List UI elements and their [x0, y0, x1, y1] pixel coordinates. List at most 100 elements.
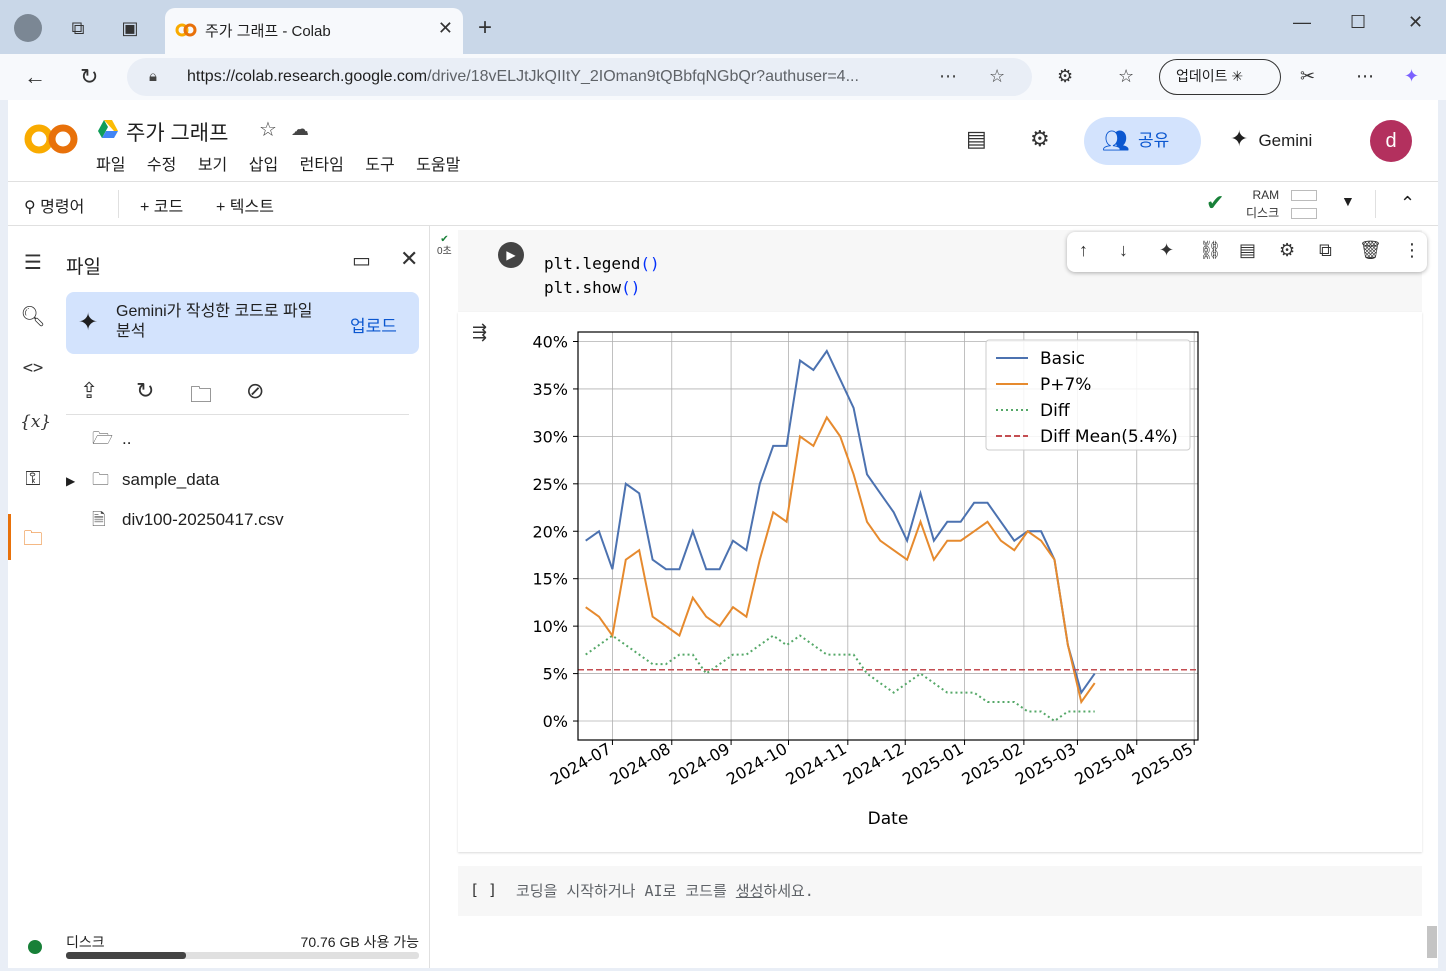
favorite-star-icon[interactable]: ☆ [989, 66, 1005, 87]
series-line-diff [585, 634, 1095, 723]
add-text-button[interactable]: + 텍스트 [216, 193, 274, 217]
legend-label: Diff Mean(5.4%) [1040, 427, 1178, 447]
url-omnibox[interactable]: 🔒︎ https://colab.research.google.com/dri… [127, 58, 1032, 96]
browser-menu-icon[interactable]: ⋯ [1356, 66, 1374, 87]
reload-icon[interactable]: ↻ [80, 64, 98, 90]
window-close-icon[interactable]: ✕ [1408, 12, 1423, 33]
resource-labels[interactable]: RAM 디스크 [1246, 186, 1279, 222]
maximize-icon[interactable]: ☐ [1350, 12, 1366, 33]
empty-code-cell[interactable]: [ ] 코딩을 시작하거나 AI로 코드를 생성하세요. [458, 866, 1422, 916]
minimize-icon[interactable]: — [1293, 12, 1311, 33]
command-palette-button[interactable]: ⚲ 명령어 [24, 193, 84, 217]
x-tick-label: 2025-02 [958, 739, 1025, 789]
move-down-icon[interactable]: ↓ [1119, 240, 1128, 261]
file-entry-parent[interactable]: 🗁.. [92, 426, 131, 455]
delete-icon[interactable]: 🗑︎ [1359, 240, 1382, 261]
output-actions-icon[interactable]: ⇶ [472, 322, 487, 343]
move-up-icon[interactable]: ↑ [1079, 240, 1088, 261]
upload-file-icon[interactable]: ⇪ [80, 378, 98, 404]
y-tick-label: 20% [532, 522, 568, 541]
variables-icon[interactable]: {x} [20, 412, 51, 438]
colab-logo-icon[interactable] [24, 122, 78, 156]
extensions-icon[interactable]: ⚙ [1057, 66, 1073, 87]
code-line: plt.show() [544, 278, 641, 297]
secrets-key-icon[interactable]: ⚿ [20, 468, 46, 494]
back-icon[interactable]: ← [24, 64, 46, 90]
close-panel-icon[interactable]: ✕ [400, 246, 418, 272]
notebook-title[interactable]: 주가 그래프 [126, 117, 228, 147]
page-actions-icon[interactable]: ⋯ [939, 66, 957, 87]
copilot-icon[interactable]: ✦ [1404, 66, 1419, 87]
x-tick-label: 2024-08 [606, 739, 673, 789]
menu-help[interactable]: 도움말 [416, 157, 460, 174]
menu-insert[interactable]: 삽입 [249, 157, 278, 174]
menu-file[interactable]: 파일 [96, 157, 125, 174]
files-folder-icon[interactable]: 🗀 [20, 524, 46, 550]
tab-colab[interactable]: 주가 그래프 - Colab ✕ [165, 8, 463, 54]
comments-icon[interactable]: ▤ [966, 126, 987, 152]
file-entry-folder[interactable]: ▶ 🗀 sample_data [66, 467, 219, 496]
google-drive-icon[interactable] [97, 119, 119, 139]
link-icon[interactable]: ⛓ [1199, 240, 1222, 261]
y-tick-label: 15% [532, 570, 568, 589]
generate-link[interactable]: 생성 [736, 882, 764, 900]
colab-favicon-icon [175, 23, 197, 37]
gemini-button[interactable]: ✦ Gemini [1230, 126, 1312, 152]
expand-caret-icon[interactable]: ▶ [66, 474, 92, 488]
menu-runtime[interactable]: 런타임 [300, 157, 344, 174]
menu-edit[interactable]: 수정 [147, 157, 176, 174]
y-tick-label: 35% [532, 380, 568, 399]
x-tick-label: 2024-07 [547, 739, 614, 789]
resources-dropdown-icon[interactable]: ▼ [1341, 193, 1355, 209]
code-editor[interactable]: plt.legend() plt.show() [544, 252, 660, 300]
connected-check-icon[interactable]: ✔ [1206, 190, 1224, 216]
add-code-button[interactable]: + 코드 [140, 193, 183, 217]
people-icon: 👥︎ [1102, 128, 1130, 153]
code-cell[interactable]: ▶ plt.legend() plt.show() ↑ ↓ ✦ ⛓ ▤ ⚙ ⧉ … [458, 230, 1427, 312]
favorites-icon[interactable]: ☆ [1118, 66, 1134, 87]
new-tab-icon[interactable]: + [478, 14, 492, 42]
cell-settings-icon[interactable]: ⚙ [1279, 240, 1295, 261]
colab-page: 주가 그래프 ☆ ☁ 파일 수정 보기 삽입 런타임 도구 도움말 ▤ ⚙ 👥︎… [8, 100, 1438, 968]
mount-drive-icon[interactable]: 🗀 [190, 378, 212, 416]
more-vert-icon[interactable]: ⋮ [1403, 240, 1421, 261]
mirror-cell-icon[interactable]: ⧉ [1319, 240, 1332, 261]
collapse-header-icon[interactable]: ⌃ [1400, 193, 1415, 214]
refresh-icon[interactable]: ↻ [136, 378, 154, 404]
settings-gear-icon[interactable]: ⚙ [1030, 126, 1050, 152]
star-icon[interactable]: ☆ [259, 117, 277, 142]
screenshot-icon[interactable]: ✂ [1300, 66, 1315, 87]
table-of-contents-icon[interactable]: ☰ [20, 250, 46, 276]
tab-title: 주가 그래프 - Colab [205, 23, 331, 40]
run-cell-button[interactable]: ▶ [498, 242, 524, 268]
code-snippets-icon[interactable]: <> [20, 358, 46, 384]
collections-icon[interactable]: ⧉ [66, 16, 90, 40]
x-tick-label: 2024-11 [782, 739, 849, 789]
notebook-toolbar: ⚲ 명령어 + 코드 + 텍스트 ✔ RAM 디스크 ▼ ⌃ [8, 182, 1438, 226]
scrollbar-thumb[interactable] [1427, 926, 1437, 958]
menu-view[interactable]: 보기 [198, 157, 227, 174]
browser-update-button[interactable]: 업데이트 ✳ [1159, 59, 1281, 95]
browser-profile-icon[interactable] [14, 14, 42, 42]
folder-open-icon: 🗁 [92, 429, 114, 448]
tab-actions-icon[interactable]: ▣ [118, 16, 142, 40]
cloud-saved-icon[interactable]: ☁ [291, 119, 309, 140]
disk-footer: 디스크 70.76 GB 사용 가능 [28, 932, 419, 959]
y-tick-label: 40% [532, 332, 568, 351]
gemini-spark-icon[interactable]: ✦ [1159, 240, 1174, 261]
cell-exec-status: ✔ 0초 [437, 234, 452, 257]
tab-close-icon[interactable]: ✕ [438, 18, 453, 39]
file-icon: 🗎 [92, 510, 106, 529]
cell-run-bracket[interactable]: [ ] [470, 881, 497, 899]
comment-icon[interactable]: ▤ [1239, 240, 1256, 261]
upload-link[interactable]: 업로드 [350, 312, 397, 337]
menu-tools[interactable]: 도구 [365, 157, 394, 174]
y-tick-label: 25% [532, 475, 568, 494]
file-entry-csv[interactable]: 🗎 div100-20250417.csv [92, 507, 284, 536]
hide-files-icon[interactable]: ⊘ [246, 378, 264, 404]
site-info-icon[interactable]: 🔒︎ [149, 68, 157, 85]
share-button[interactable]: 👥︎ 공유 [1084, 117, 1201, 165]
open-in-tab-icon[interactable]: ▭ [352, 248, 371, 273]
user-avatar[interactable]: d [1370, 120, 1412, 162]
find-replace-icon[interactable]: 🔍︎ [20, 304, 46, 330]
